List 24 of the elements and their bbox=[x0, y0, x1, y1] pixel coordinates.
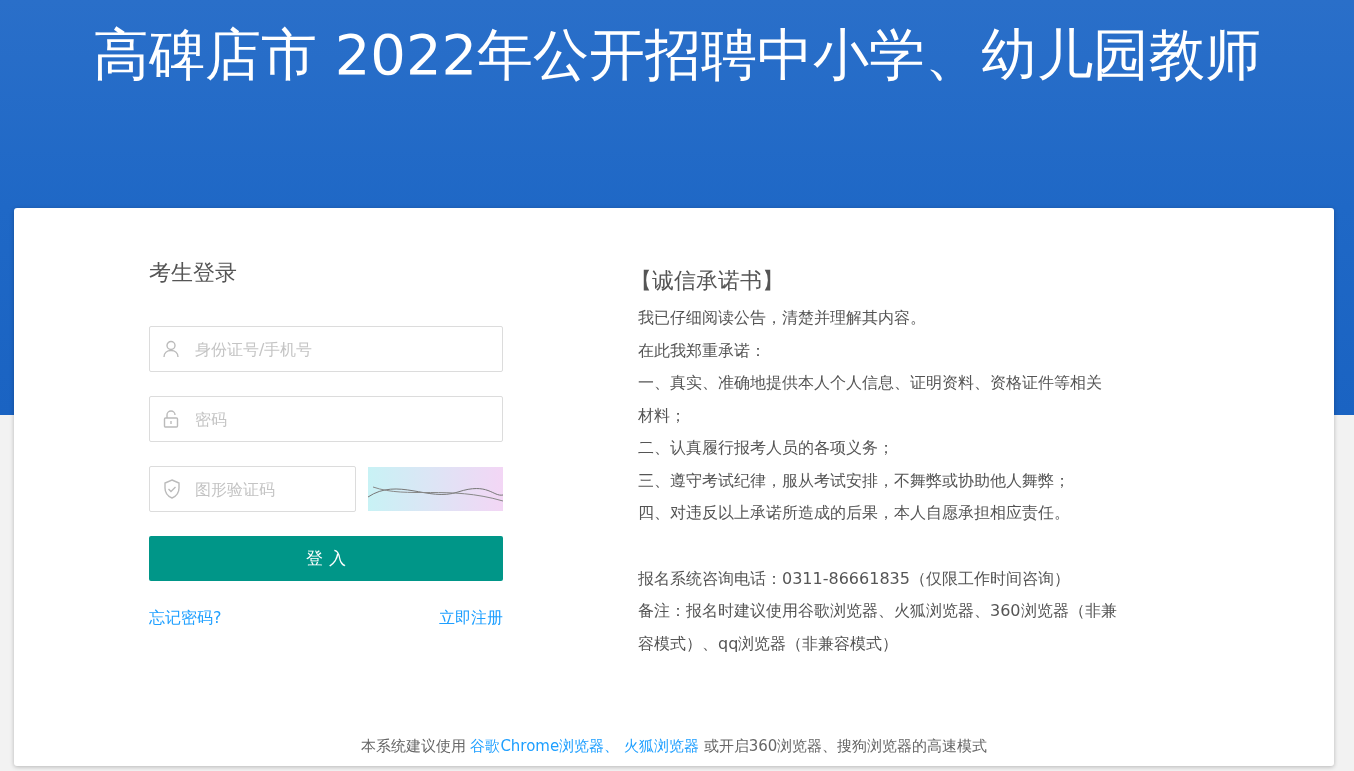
lock-icon bbox=[163, 410, 179, 428]
browser-tip: 本系统建议使用 谷歌Chrome浏览器、 火狐浏览器 或开启360浏览器、搜狗浏览器的高速模式 bbox=[359, 737, 989, 757]
input-field[interactable]: 图形验证码 bbox=[149, 466, 356, 512]
pledge-text: 三、遵守考试纪律，服从考试安排，不舞弊或协助他人舞弊； bbox=[638, 469, 1071, 492]
captcha-image[interactable] bbox=[368, 467, 503, 511]
pledge-text: 四、对违反以上承诺所造成的后果，本人自愿承担相应责任。 bbox=[638, 502, 1071, 524]
note-text: 报名系统咨询电话：0311-86661835（仅限工作时间咨询） bbox=[638, 567, 1071, 590]
page-title: 高碑店市 2022年公开招聘中小学、幼儿园教师 bbox=[92, 21, 1262, 89]
forgot-password-link[interactable]: 忘记密码? bbox=[149, 608, 222, 629]
pledge-title: 【诚信承诺书】 bbox=[630, 267, 785, 295]
input-field[interactable]: 身份证号/手机号 bbox=[149, 326, 503, 372]
register-link[interactable]: 立即注册 bbox=[439, 608, 503, 629]
input-field[interactable]: 密码 bbox=[149, 396, 503, 442]
login-title: 考生登录 bbox=[149, 259, 238, 287]
pledge-text: 我已仔细阅读公告，清楚并理解其内容。 bbox=[638, 307, 927, 329]
shield-check-icon bbox=[163, 479, 181, 499]
note-text: 备注：报名时建议使用谷歌浏览器、火狐浏览器、360浏览器（非兼容模式）、qq浏览器（非兼容模式） bbox=[638, 600, 1117, 655]
browser-link[interactable]: 火狐浏览器 bbox=[624, 737, 699, 755]
pledge-text: 一、真实、准确地提供本人个人信息、证明资料、资格证件等相关材料； bbox=[638, 372, 1103, 427]
pledge-text: 二、认真履行报考人员的各项义务； bbox=[638, 437, 895, 459]
pledge-text: 在此我郑重承诺： bbox=[638, 339, 767, 362]
browser-link[interactable]: 谷歌Chrome浏览器、 bbox=[470, 737, 624, 755]
login-button[interactable]: 登 入 bbox=[149, 536, 503, 581]
user-icon bbox=[163, 340, 179, 358]
